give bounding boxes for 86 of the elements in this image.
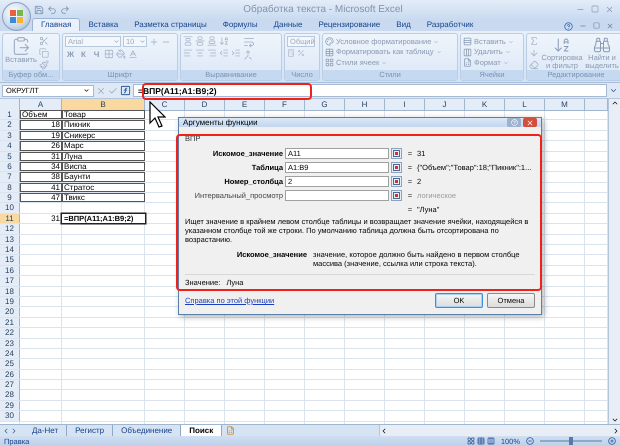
help-icon[interactable]	[564, 22, 573, 32]
ribbon-tab[interactable]: Рецензирование	[310, 19, 388, 32]
close-icon	[526, 118, 534, 126]
table-cell: 38	[20, 172, 62, 182]
restore-icon[interactable]	[593, 22, 600, 30]
table-cell: Баунти	[62, 172, 145, 182]
table-cell: Твикс	[62, 193, 145, 202]
row-header[interactable]: 17	[0, 276, 20, 286]
zoom-slider-thumb[interactable]	[569, 437, 573, 446]
column-header[interactable]: A	[20, 98, 62, 111]
sheet-tab[interactable]: Поиск	[181, 424, 222, 436]
next-sheet-icon[interactable]	[10, 426, 18, 434]
insert-icon	[463, 37, 472, 46]
caret-icon	[139, 38, 146, 46]
row-header[interactable]: 30	[0, 411, 20, 421]
row-header[interactable]: 20	[0, 307, 20, 317]
new-sheet-icon[interactable]	[226, 426, 236, 435]
row-header[interactable]: 22	[0, 328, 20, 338]
cursor-icon	[149, 101, 166, 128]
undo-icon[interactable]	[47, 4, 57, 15]
clipboard-icon	[11, 36, 31, 56]
argument-field[interactable]	[285, 190, 389, 200]
table-icon	[325, 48, 334, 57]
previous-sheet-icon[interactable]	[2, 426, 10, 434]
ribbon-tab[interactable]: Формулы	[214, 19, 266, 32]
column-header[interactable]: H	[345, 98, 385, 111]
horizontal-scrollbar[interactable]	[379, 424, 620, 436]
redo-icon[interactable]	[60, 4, 70, 15]
row-header[interactable]: 10	[0, 203, 20, 213]
collapse-dialog-button[interactable]	[391, 162, 402, 172]
vertical-scrollbar[interactable]	[608, 98, 620, 424]
window-title: Обработка текста - Microsoft Excel	[242, 4, 404, 16]
ribbon-tab[interactable]: Разметка страницы	[126, 19, 215, 32]
cancel-icon[interactable]	[96, 86, 106, 96]
collapse-dialog-button[interactable]	[391, 190, 402, 200]
cell-styles-icon	[325, 58, 334, 68]
collapse-dialog-button[interactable]	[391, 176, 402, 186]
ribbon-tab[interactable]: Вид	[388, 19, 419, 32]
zoom-out-icon[interactable]	[526, 437, 534, 446]
maximize-icon[interactable]	[591, 5, 599, 14]
insert-function-icon[interactable]	[120, 85, 131, 96]
ribbon-tab[interactable]: Главная	[32, 18, 80, 32]
row-header[interactable]: 25	[0, 359, 20, 369]
row-header[interactable]: 12	[0, 224, 20, 234]
binoculars-icon	[593, 36, 611, 54]
select-all-button[interactable]	[0, 98, 20, 111]
normal-view-icon[interactable]	[466, 437, 475, 446]
close-icon[interactable]	[606, 22, 614, 30]
row-header[interactable]: 2	[0, 120, 20, 130]
table-cell: Марс	[62, 141, 145, 151]
save-icon[interactable]	[34, 4, 44, 15]
sort-icon	[553, 36, 571, 54]
column-header[interactable]: I	[385, 98, 425, 111]
zoom-in-icon[interactable]	[608, 437, 616, 446]
page-layout-icon[interactable]	[476, 437, 485, 446]
page-break-icon[interactable]	[486, 437, 495, 446]
office-logo-icon	[10, 10, 24, 24]
table-cell: 47	[20, 193, 62, 202]
column-header[interactable]: M	[545, 98, 585, 111]
row-header[interactable]: 4	[0, 141, 20, 151]
caret-icon	[381, 60, 388, 66]
row-header[interactable]: 9	[0, 193, 20, 202]
column-header[interactable]: B	[62, 98, 145, 111]
help-icon	[510, 119, 518, 126]
column-header[interactable]: J	[425, 98, 465, 111]
column-header[interactable]: G	[305, 98, 345, 111]
column-header[interactable]: K	[465, 98, 505, 111]
row-header[interactable]: 15	[0, 255, 20, 265]
caret-icon	[83, 87, 90, 94]
column-header[interactable]: L	[505, 98, 545, 111]
help-button[interactable]	[507, 118, 521, 127]
row-header[interactable]: 7	[0, 172, 20, 182]
caret-icon	[113, 38, 120, 46]
table-cell: 26	[20, 141, 62, 151]
dialog-title: Аргументы функции	[183, 118, 259, 127]
collapse-dialog-button[interactable]	[391, 148, 402, 158]
ribbon-tab[interactable]: Данные	[266, 19, 310, 32]
row-header[interactable]: 27	[0, 380, 20, 390]
ribbon-tab[interactable]: Разработчик	[418, 19, 482, 32]
table-cell: 18	[20, 120, 62, 130]
close-icon[interactable]	[605, 5, 614, 14]
row-header[interactable]: 28	[0, 390, 20, 400]
ribbon-tab[interactable]: Вставка	[80, 19, 126, 32]
row-header[interactable]: 14	[0, 245, 20, 254]
close-button[interactable]	[523, 118, 537, 127]
table-cell: Пикник	[62, 120, 145, 130]
